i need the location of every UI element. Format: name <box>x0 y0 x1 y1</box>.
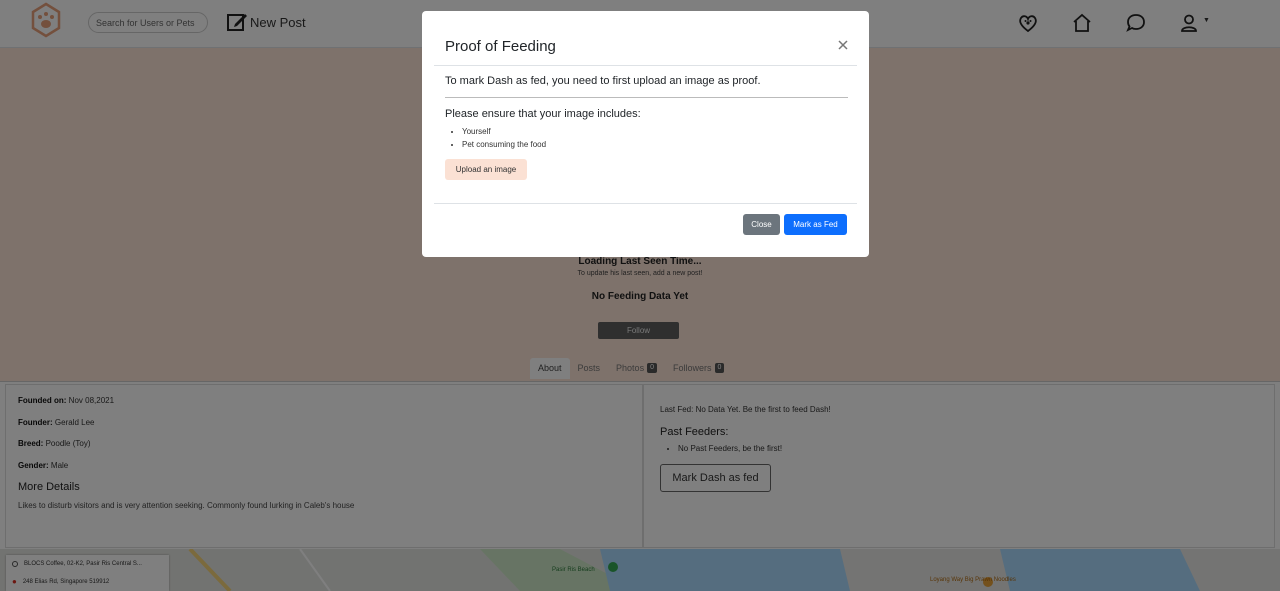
close-button[interactable]: Close <box>743 214 780 235</box>
modal-header-divider <box>434 65 857 66</box>
modal-ensure-text: Please ensure that your image includes: <box>445 108 641 120</box>
modal-intro-text: To mark Dash as fed, you need to first u… <box>445 75 761 87</box>
proof-of-feeding-modal: Proof of Feeding To mark Dash as fed, yo… <box>422 11 869 257</box>
close-icon[interactable] <box>837 38 849 50</box>
modal-footer-divider <box>434 203 857 204</box>
upload-image-button[interactable]: Upload an image <box>445 159 527 180</box>
list-item: Yourself <box>462 125 546 138</box>
modal-title: Proof of Feeding <box>445 38 556 55</box>
list-item: Pet consuming the food <box>462 138 546 151</box>
modal-divider <box>445 97 848 98</box>
mark-as-fed-button[interactable]: Mark as Fed <box>784 214 847 235</box>
requirements-list: Yourself Pet consuming the food <box>462 125 546 151</box>
